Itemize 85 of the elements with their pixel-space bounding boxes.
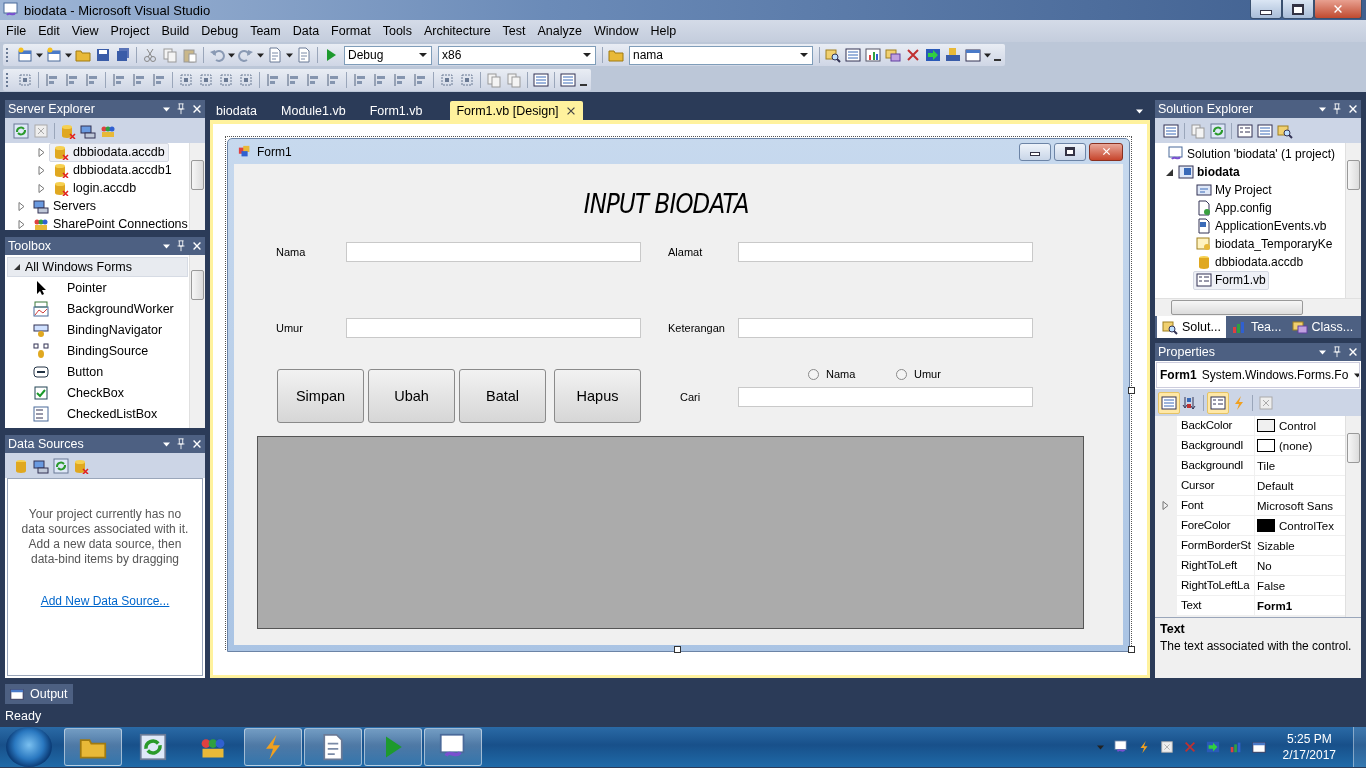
output-tab[interactable]: Output	[5, 684, 73, 704]
menu-item[interactable]: Format	[325, 24, 377, 38]
document-tab[interactable]: biodata	[210, 101, 263, 120]
menu-item[interactable]: Project	[104, 24, 156, 38]
field-label: Nama	[276, 246, 307, 258]
window-title: biodata - Microsoft Visual Studio	[24, 2, 211, 18]
menu-item[interactable]: Test	[496, 24, 532, 38]
tree-item[interactable]: Form1.vb	[1193, 270, 1269, 290]
menu-item[interactable]: Analyze	[531, 24, 588, 38]
property-name[interactable]: BackgroundI	[1177, 436, 1254, 455]
property-name[interactable]: BackColor	[1177, 416, 1254, 435]
menu-item[interactable]: Edit	[32, 24, 66, 38]
toolbox-item[interactable]: BindingNavigator	[5, 319, 189, 340]
tree-item[interactable]: dbbiodata.accdb	[1193, 252, 1307, 272]
property-name[interactable]: BackgroundI	[1177, 456, 1254, 475]
panel-tab[interactable]: Tea...	[1225, 316, 1287, 338]
menu-item[interactable]: Architecture	[417, 24, 497, 38]
form-title: Form1	[257, 144, 292, 159]
form-button[interactable]: Batal	[459, 369, 546, 423]
info-message: Your project currently has no data sources associated with it. Add a new data source, then data-bind items by dragging	[20, 507, 190, 567]
tree-item[interactable]: SharePoint Connections	[29, 214, 189, 230]
tree-item[interactable]: App.config	[1193, 198, 1275, 218]
form-button[interactable]: Simpan	[277, 369, 364, 423]
property-name[interactable]: Font	[1177, 496, 1254, 515]
form-button[interactable]: Hapus	[554, 369, 641, 423]
configuration-dropdown[interactable]: Debug	[344, 45, 432, 65]
property-name[interactable]: FormBorderSt	[1177, 536, 1254, 555]
property-value[interactable]: Tile	[1257, 459, 1276, 472]
property-name[interactable]: Cursor	[1177, 476, 1254, 495]
document-tab[interactable]: Form1.vb [Design]	[450, 101, 583, 120]
toolbox-item[interactable]: CheckedListBox	[5, 403, 189, 424]
tree-item[interactable]: login.accdb	[49, 178, 141, 198]
find-dropdown[interactable]: nama	[629, 45, 813, 65]
add-data-source-link[interactable]: Add New Data Source...	[40, 594, 170, 608]
field-label: Cari	[680, 391, 702, 403]
description-text: The text associated with the control.	[1160, 639, 1353, 653]
category-header[interactable]: All Windows Forms	[7, 257, 188, 277]
menu-item[interactable]: Window	[588, 24, 645, 38]
panel-title: Data Sources	[8, 437, 84, 451]
toolbox-item[interactable]: Button	[5, 361, 189, 382]
field-label: Keterangan	[668, 322, 726, 334]
menu-item[interactable]: File	[0, 24, 33, 38]
menu-item[interactable]: View	[65, 24, 105, 38]
radio-button[interactable]: Nama	[808, 368, 896, 380]
tree-item[interactable]: My Project	[1193, 180, 1275, 200]
menu-item[interactable]: Debug	[195, 24, 245, 38]
toolbox-item[interactable]: BackgroundWorker	[5, 298, 189, 319]
tree-item[interactable]: dbbiodata.accdb1	[49, 160, 176, 180]
form-button[interactable]: Ubah	[368, 369, 455, 423]
description-title: Text	[1160, 622, 1186, 636]
form-heading: INPUT BIODATA	[583, 187, 750, 221]
tree-item[interactable]: biodata	[1175, 162, 1243, 182]
menu-item[interactable]: Data	[286, 24, 326, 38]
panel-tab[interactable]: Solut...	[1157, 316, 1226, 338]
property-name[interactable]: RightToLeftLa	[1177, 576, 1254, 595]
toolbox-item[interactable]: BindingSource	[5, 340, 189, 361]
tree-item[interactable]: dbbiodata.accdb	[49, 143, 169, 162]
field-label: Umur	[276, 322, 304, 334]
tree-item[interactable]: Servers	[29, 196, 101, 216]
property-name[interactable]: RightToLeft	[1177, 556, 1254, 575]
field-label: Alamat	[668, 246, 704, 258]
document-tab[interactable]: Module1.vb	[275, 101, 352, 120]
status-text: Ready	[5, 709, 42, 723]
tree-item[interactable]: ApplicationEvents.vb	[1193, 216, 1330, 236]
document-tab[interactable]: Form1.vb	[363, 101, 429, 120]
clock[interactable]: 5:25 PM 2/17/2017	[1282, 731, 1336, 763]
menu-item[interactable]: Help	[644, 24, 683, 38]
toolbox-item[interactable]: Pointer	[5, 277, 189, 298]
panel-title: Server Explorer	[8, 102, 95, 116]
panel-title: Solution Explorer	[1158, 102, 1254, 116]
property-name[interactable]: Text	[1177, 596, 1254, 615]
toolbox-item[interactable]: CheckBox	[5, 382, 189, 403]
property-value[interactable]: No	[1257, 559, 1272, 572]
panel-title: Properties	[1158, 345, 1215, 359]
menu-item[interactable]: Tools	[376, 24, 418, 38]
property-name[interactable]: ForeColor	[1177, 516, 1254, 535]
panel-title: Toolbox	[8, 239, 52, 253]
tree-item[interactable]: biodata_TemporaryKe	[1193, 234, 1336, 254]
menu-item[interactable]: Build	[155, 24, 196, 38]
panel-tab[interactable]: Class...	[1286, 316, 1359, 338]
object-selector[interactable]: Form1 System.Windows.Forms.Fo	[1156, 362, 1360, 388]
menu-item[interactable]: Team	[244, 24, 287, 38]
platform-dropdown[interactable]: x86	[438, 45, 596, 65]
tree-item[interactable]: Solution 'biodata' (1 project)	[1165, 145, 1338, 164]
radio-button[interactable]: Umur	[896, 368, 984, 380]
